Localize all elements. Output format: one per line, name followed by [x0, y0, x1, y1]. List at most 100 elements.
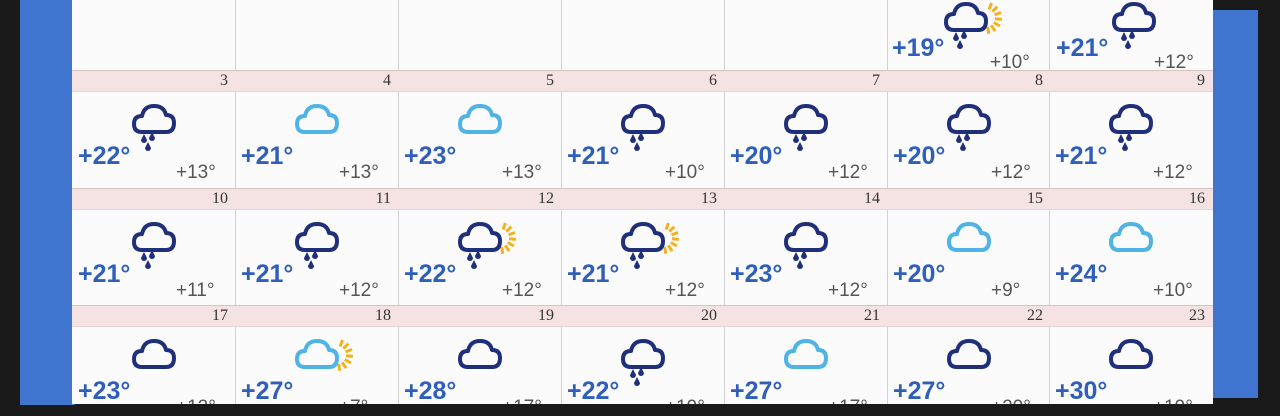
high-temperature: +21°	[241, 142, 294, 170]
cloud-light-icon-svg	[784, 339, 828, 369]
low-temperature: +11°	[176, 280, 215, 301]
cloud-light-icon	[945, 216, 1007, 270]
high-temperature: +24°	[1055, 260, 1108, 288]
high-temperature: +21°	[1055, 142, 1108, 170]
low-temperature: +12°	[176, 397, 216, 404]
weather-calendar: +19° +10° +21° +12° 3 +22° +13° 4 +21° +13° 5 +…	[72, 0, 1213, 404]
rain-sun-icon	[619, 216, 681, 270]
day-number: 5	[546, 72, 554, 89]
high-temperature: +23°	[78, 377, 131, 404]
cloud-icon	[1107, 333, 1169, 387]
low-temperature: +9°	[991, 280, 1021, 301]
cloud-light-icon	[456, 98, 518, 152]
day-number: 7	[872, 72, 880, 89]
low-temperature: +19°	[665, 397, 705, 404]
low-temperature: +13°	[502, 162, 542, 183]
high-temperature: +22°	[78, 142, 131, 170]
cloud-light-icon-svg	[1109, 222, 1153, 252]
high-temperature: +23°	[730, 260, 783, 288]
cloud-light-icon	[1107, 216, 1169, 270]
rain-cloud-icon	[782, 216, 844, 270]
cloud-light-icon-svg	[947, 222, 991, 252]
low-temperature: +12°	[991, 162, 1031, 183]
day-number: 4	[383, 72, 391, 89]
rain-cloud-icon	[619, 333, 681, 387]
high-temperature: +19°	[892, 34, 945, 62]
cloud-icon	[456, 333, 518, 387]
rain-sun-icon-svg	[944, 2, 1003, 49]
window-frame-left	[20, 0, 75, 405]
rain-cloud-icon-svg	[784, 104, 828, 151]
day-number: 14	[864, 190, 880, 207]
high-temperature: +21°	[241, 260, 294, 288]
high-temperature: +21°	[1056, 34, 1109, 62]
day-number: 13	[701, 190, 717, 207]
high-temperature: +22°	[404, 260, 457, 288]
cloud-light-icon-svg	[295, 104, 339, 134]
cloud-light-icon	[782, 333, 844, 387]
rain-cloud-icon-svg	[621, 104, 665, 151]
cloud-light-icon	[293, 98, 355, 152]
day-number: 20	[701, 307, 717, 324]
high-temperature: +20°	[893, 142, 946, 170]
rain-cloud-icon-svg	[132, 222, 176, 269]
day-number: 15	[1027, 190, 1043, 207]
rain-cloud-icon	[130, 98, 192, 152]
cloud-icon-svg	[947, 339, 991, 369]
low-temperature: +10°	[665, 162, 705, 183]
high-temperature: +21°	[78, 260, 131, 288]
rain-cloud-icon	[1107, 98, 1169, 152]
low-temperature: +20°	[991, 397, 1031, 404]
low-temperature: +12°	[1153, 162, 1193, 183]
partly-sunny-icon	[293, 333, 355, 387]
high-temperature: +21°	[567, 260, 620, 288]
rain-sun-icon-svg	[621, 222, 680, 269]
day-number: 23	[1189, 307, 1205, 324]
rain-sun-icon	[456, 216, 518, 270]
rain-cloud-icon-svg	[1112, 2, 1156, 49]
high-temperature: +27°	[241, 377, 294, 404]
low-temperature: +17°	[502, 397, 542, 404]
low-temperature: +10°	[1153, 280, 1193, 301]
day-number: 3	[220, 72, 228, 89]
cloud-icon-svg	[132, 339, 176, 369]
cloud-icon-svg	[458, 339, 502, 369]
day-number: 12	[538, 190, 554, 207]
cloud-icon	[130, 333, 192, 387]
high-temperature: +21°	[567, 142, 620, 170]
rain-sun-icon-svg	[458, 222, 517, 269]
rain-cloud-icon	[782, 98, 844, 152]
high-temperature: +20°	[730, 142, 783, 170]
rain-cloud-icon	[130, 216, 192, 270]
low-temperature: +19°	[1153, 397, 1193, 404]
low-temperature: +12°	[828, 280, 868, 301]
low-temperature: +12°	[339, 280, 379, 301]
partly-sunny-icon-svg	[295, 339, 354, 372]
rain-cloud-icon-svg	[784, 222, 828, 269]
rain-cloud-icon-svg	[132, 104, 176, 151]
low-temperature: +13°	[339, 162, 379, 183]
rain-cloud-icon	[945, 98, 1007, 152]
low-temperature: +12°	[502, 280, 542, 301]
rain-cloud-icon	[293, 216, 355, 270]
rain-cloud-icon-svg	[1109, 104, 1153, 151]
day-number: 21	[864, 307, 880, 324]
day-number: 10	[212, 190, 228, 207]
rain-cloud-icon-svg	[295, 222, 339, 269]
day-number: 16	[1189, 190, 1205, 207]
high-temperature: +27°	[730, 377, 783, 404]
cloud-icon-svg	[1109, 339, 1153, 369]
high-temperature: +27°	[893, 377, 946, 404]
day-number: 6	[709, 72, 717, 89]
rain-cloud-icon	[1110, 0, 1172, 50]
low-temperature: +17°	[828, 397, 868, 404]
low-temperature: +13°	[176, 162, 216, 183]
high-temperature: +28°	[404, 377, 457, 404]
high-temperature: +30°	[1055, 377, 1108, 404]
day-number: 8	[1035, 72, 1043, 89]
rain-cloud-icon-svg	[621, 339, 665, 386]
day-number: 9	[1197, 72, 1205, 89]
day-number: 18	[375, 307, 391, 324]
low-temperature: +7°	[339, 397, 368, 404]
low-temperature: +12°	[828, 162, 868, 183]
